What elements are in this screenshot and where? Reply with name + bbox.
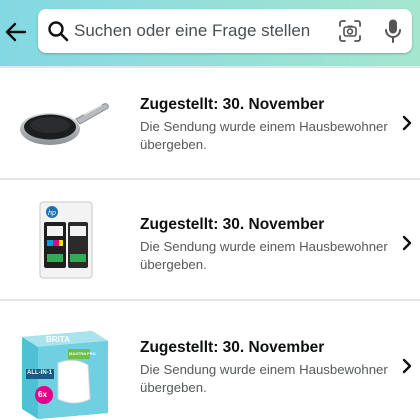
- search-input[interactable]: [74, 17, 336, 45]
- back-button[interactable]: [4, 18, 28, 46]
- order-row[interactable]: BRITA ALL-IN-1 6x MAXTRA PRO Zugestellt:…: [0, 301, 420, 419]
- microphone-icon[interactable]: [383, 18, 403, 44]
- line-label: MAXTRA PRO: [69, 351, 96, 356]
- frying-pan-product-image: [20, 103, 109, 145]
- search-box[interactable]: [38, 9, 412, 53]
- count-label: 6x: [38, 390, 47, 399]
- chevron-right-icon: [402, 235, 412, 251]
- pack-label: ALL-IN-1: [27, 370, 52, 376]
- delivery-detail: Die Sendung wurde einem Hausbewohner übe…: [140, 239, 388, 272]
- search-icon: [48, 21, 69, 42]
- water-filter-product-image: BRITA ALL-IN-1 6x MAXTRA PRO: [18, 329, 110, 419]
- delivery-detail: Die Sendung wurde einem Hausbewohner übe…: [140, 362, 388, 395]
- order-row[interactable]: hp Zugestellt: 30. November Die Sendung …: [0, 180, 420, 298]
- chevron-right-icon: [402, 358, 412, 374]
- svg-text:hp: hp: [48, 210, 56, 217]
- ink-cartridge-product-image: hp: [39, 201, 93, 279]
- top-search-bar: [0, 0, 420, 66]
- brand-label: BRITA: [46, 335, 70, 344]
- order-row[interactable]: Zugestellt: 30. November Die Sendung wur…: [0, 68, 420, 186]
- arrow-left-icon: [5, 22, 27, 42]
- delivery-status: Zugestellt: 30. November: [140, 216, 325, 233]
- delivery-status: Zugestellt: 30. November: [140, 339, 325, 356]
- chevron-right-icon: [402, 115, 412, 131]
- delivery-detail: Die Sendung wurde einem Hausbewohner übe…: [140, 119, 388, 152]
- camera-scan-icon[interactable]: [338, 19, 362, 43]
- delivery-status: Zugestellt: 30. November: [140, 96, 325, 113]
